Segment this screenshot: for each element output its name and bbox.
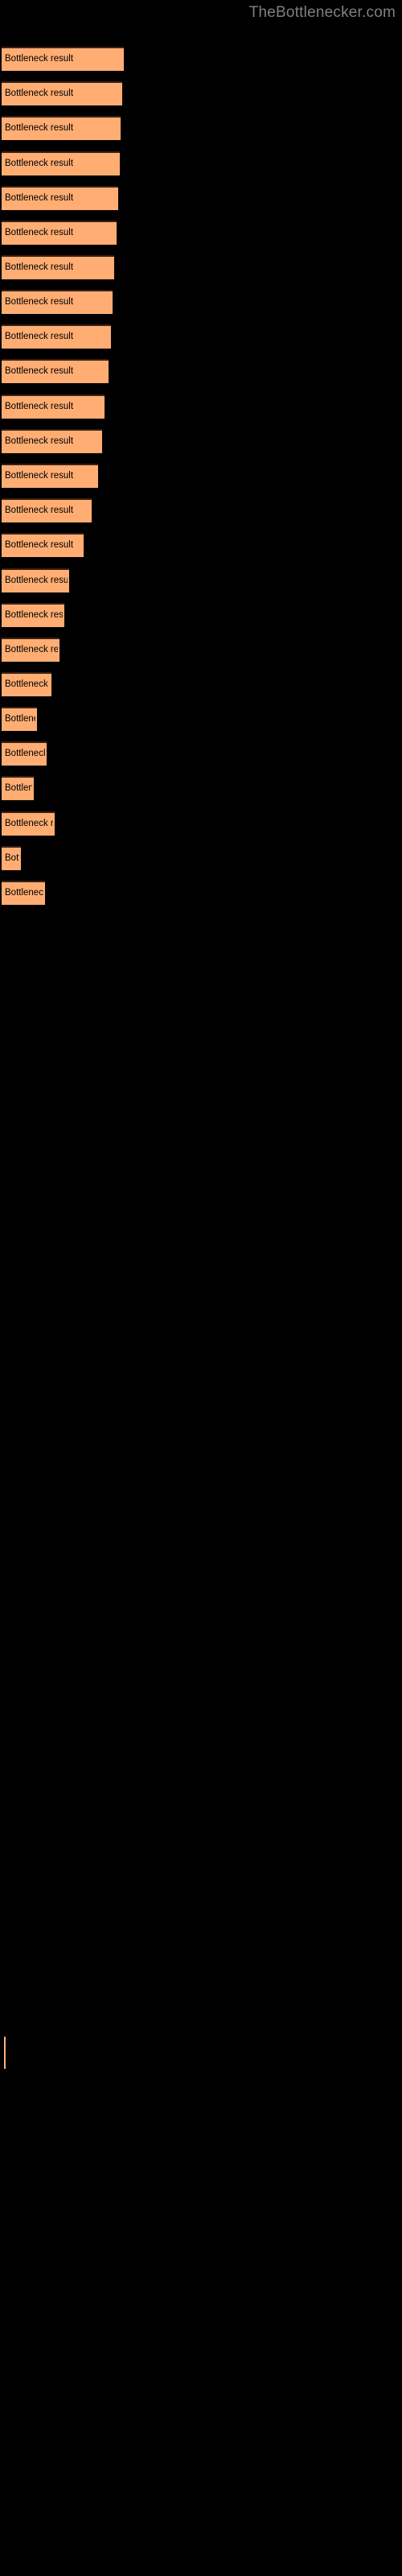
bar-rect <box>2 324 111 349</box>
bar-rect <box>2 846 21 870</box>
bar-item: Bottleneck result <box>2 81 122 105</box>
bar-rect <box>2 533 84 557</box>
bar-rect <box>2 290 113 314</box>
bar-item: Bottleneck result <box>2 394 105 419</box>
bar-rect <box>2 81 122 105</box>
bar-rect <box>2 186 118 210</box>
bar-item: Bottleneck result <box>2 255 114 279</box>
bar-rect <box>2 638 59 662</box>
bar-item: Bottleneck result <box>2 741 47 766</box>
bar-rect <box>2 429 102 453</box>
bar-item: Bottleneck result <box>2 672 51 696</box>
bar-item: Bottleneck result <box>2 603 64 627</box>
bar-item: Bottleneck result <box>2 429 102 453</box>
bar-rect <box>2 707 37 731</box>
bar-item: Bottleneck result <box>2 290 113 314</box>
bar-rect <box>2 464 98 488</box>
bar-item: Bottleneck result <box>2 776 34 800</box>
bar-rect <box>2 776 34 800</box>
bar-rect <box>2 603 64 627</box>
bar-rect <box>2 116 121 140</box>
bar-item: Bottleneck result <box>2 359 109 383</box>
bar-item: Bottleneck result <box>2 846 21 870</box>
bar-rect <box>2 568 69 592</box>
bar-rect <box>2 741 47 766</box>
bar-item: Bottleneck result <box>2 47 124 71</box>
bar-rect <box>2 672 51 696</box>
bar-item: Bottleneck result <box>2 811 55 836</box>
bar-item: Bottleneck result <box>2 116 121 140</box>
bar-item: Bottleneck result <box>2 533 84 557</box>
bar-rect <box>2 498 92 522</box>
bar-item: Bottleneck result <box>2 186 118 210</box>
bar-rect <box>2 221 117 245</box>
bar-rect <box>2 394 105 419</box>
bar-rect <box>2 359 109 383</box>
bar-item: Bottleneck result <box>2 638 59 662</box>
bar-series: Bottleneck result Bottleneck result Bottle… <box>0 0 402 2576</box>
bar-rect <box>2 255 114 279</box>
bar-item: Bottleneck result <box>2 707 37 731</box>
bar-item: Bottleneck result <box>2 324 111 349</box>
bar-rect <box>2 151 120 175</box>
bar-rect <box>2 881 45 905</box>
bar-item: Bottleneck result <box>2 498 92 522</box>
bar-item: Bottleneck result <box>2 568 69 592</box>
bar-item: Bottleneck result <box>2 881 45 905</box>
bar-item: Bottleneck result <box>2 221 117 245</box>
bottleneck-chart: TheBottlenecker.com Bottleneck result Bot… <box>0 0 402 2576</box>
bar-item: Bottleneck result <box>2 464 98 488</box>
bar-rect <box>2 811 55 836</box>
axis-tick-marker <box>4 2037 6 2069</box>
bar-rect <box>2 47 124 71</box>
bar-item: Bottleneck result <box>2 151 120 175</box>
